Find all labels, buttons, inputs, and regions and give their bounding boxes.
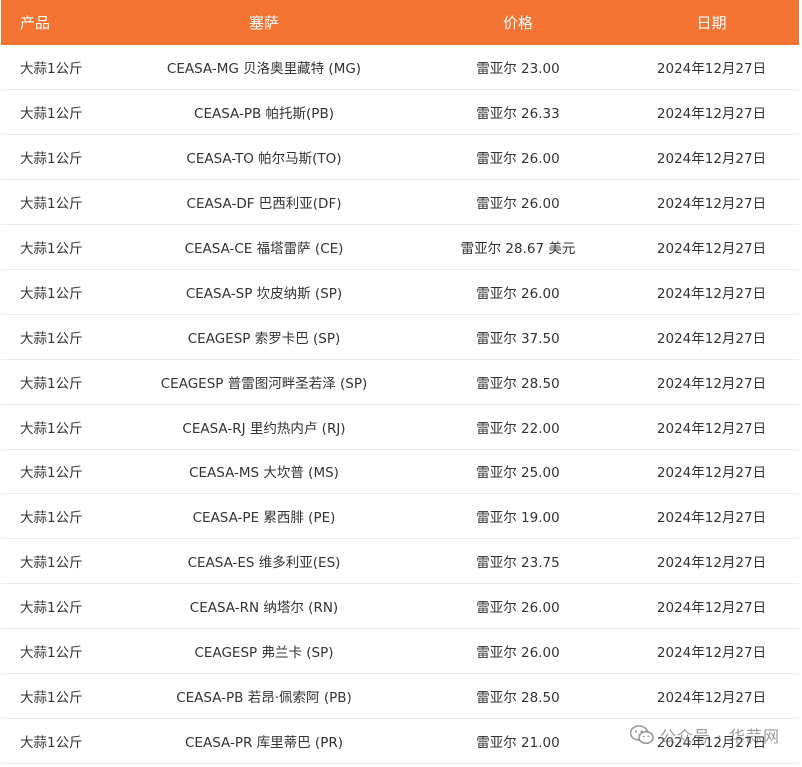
table-row: 大蒜1公斤 CEASA-PE 累西腓 (PE) 雷亚尔 19.00 2024年1… [1, 494, 799, 539]
cell-product: 大蒜1公斤 [20, 420, 83, 437]
cell-date: 2024年12月27日 [656, 555, 767, 572]
cell-date: 2024年12月27日 [656, 689, 767, 706]
cell-price: 雷亚尔 25.00 [476, 465, 560, 482]
cell-price: 雷亚尔 28.50 [476, 375, 560, 392]
cell-date: 2024年12月27日 [656, 151, 767, 168]
cell-product: 大蒜1公斤 [20, 375, 83, 392]
watermark-text: 公众号 · 华蒜网 [659, 727, 780, 746]
watermark: 公众号 · 华蒜网 [629, 723, 780, 747]
table-row: 大蒜1公斤 CEAGESP 弗兰卡 (SP) 雷亚尔 26.00 2024年12… [1, 629, 799, 674]
cell-product: 大蒜1公斤 [20, 106, 83, 123]
cell-price: 雷亚尔 37.50 [476, 330, 560, 347]
cell-market: CEASA-SP 坎皮纳斯 (SP) [185, 285, 343, 302]
cell-date: 2024年12月27日 [656, 375, 767, 392]
header-date[interactable]: 日期 [624, 0, 799, 45]
cell-date: 2024年12月27日 [656, 61, 767, 78]
cell-price: 雷亚尔 23.00 [476, 61, 560, 78]
cell-market: CEAGESP 索罗卡巴 (SP) [187, 330, 341, 347]
cell-date: 2024年12月27日 [656, 420, 767, 437]
cell-date: 2024年12月27日 [656, 465, 767, 482]
cell-product: 大蒜1公斤 [20, 600, 83, 617]
cell-price: 雷亚尔 28.50 [476, 689, 560, 706]
table-row: 大蒜1公斤 CEASA-MS 大坎普 (MS) 雷亚尔 25.00 2024年1… [1, 449, 799, 494]
table-body: 大蒜1公斤 CEASA-MG 贝洛奥里藏特 (MG) 雷亚尔 23.00 202… [1, 45, 799, 764]
cell-date: 2024年12月27日 [656, 285, 767, 302]
cell-date: 2024年12月27日 [656, 196, 767, 213]
cell-market: CEASA-ES 维多利亚(ES) [187, 555, 341, 572]
cell-date: 2024年12月27日 [656, 330, 767, 347]
table-row: 大蒜1公斤 CEASA-RN 纳塔尔 (RN) 雷亚尔 26.00 2024年1… [1, 584, 799, 629]
cell-price: 雷亚尔 26.00 [476, 600, 560, 617]
cell-product: 大蒜1公斤 [20, 465, 83, 482]
cell-price: 雷亚尔 26.00 [476, 645, 560, 662]
table-row: 大蒜1公斤 CEAGESP 索罗卡巴 (SP) 雷亚尔 37.50 2024年1… [1, 314, 799, 360]
cell-price: 雷亚尔 26.00 [476, 285, 560, 302]
cell-market: CEASA-MG 贝洛奥里藏特 (MG) [166, 61, 362, 78]
cell-market: CEASA-PB 若昂·佩索阿 (PB) [176, 689, 352, 706]
cell-market: CEASA-MS 大坎普 (MS) [189, 465, 339, 482]
cell-market: CEASA-RN 纳塔尔 (RN) [189, 600, 339, 617]
cell-product: 大蒜1公斤 [20, 151, 83, 168]
cell-price: 雷亚尔 21.00 [476, 734, 560, 751]
table-row: 大蒜1公斤 CEASA-PB 若昂·佩索阿 (PB) 雷亚尔 28.50 202… [1, 673, 799, 719]
cell-price: 雷亚尔 22.00 [476, 420, 560, 437]
table-row: 大蒜1公斤 CEASA-CE 福塔雷萨 (CE) 雷亚尔 28.67 美元 20… [1, 225, 799, 270]
header-price[interactable]: 价格 [412, 0, 624, 45]
cell-date: 2024年12月27日 [656, 645, 767, 662]
cell-date: 2024年12月27日 [656, 600, 767, 617]
price-table: 产品 塞萨 价格 日期 大蒜1公斤 CEASA-MG 贝洛奥里藏特 (MG) 雷… [1, 0, 799, 764]
cell-price: 雷亚尔 19.00 [476, 510, 560, 527]
table-row: 大蒜1公斤 CEASA-ES 维多利亚(ES) 雷亚尔 23.75 2024年1… [1, 539, 799, 584]
cell-product: 大蒜1公斤 [20, 734, 83, 751]
cell-price: 雷亚尔 26.00 [476, 151, 560, 168]
wechat-icon [629, 725, 654, 745]
cell-product: 大蒜1公斤 [20, 645, 83, 662]
cell-product: 大蒜1公斤 [20, 241, 83, 257]
table-row: 大蒜1公斤 CEAGESP 普雷图河畔圣若泽 (SP) 雷亚尔 28.50 20… [1, 359, 799, 405]
cell-price: 雷亚尔 26.33 [476, 106, 560, 123]
table-header: 产品 塞萨 价格 日期 [1, 0, 799, 45]
cell-product: 大蒜1公斤 [20, 555, 83, 572]
cell-market: CEASA-PE 累西腓 (PE) [192, 510, 336, 527]
cell-market: CEASA-TO 帕尔马斯(TO) [186, 151, 342, 168]
cell-price: 雷亚尔 28.67 美元 [460, 241, 576, 257]
table-row: 大蒜1公斤 CEASA-PB 帕托斯(PB) 雷亚尔 26.33 2024年12… [1, 90, 799, 135]
cell-market: CEASA-DF 巴西利亚(DF) [186, 196, 342, 213]
cell-date: 2024年12月27日 [656, 106, 767, 123]
table-row: 大蒜1公斤 CEASA-RJ 里约热内卢 (RJ) 雷亚尔 22.00 2024… [1, 404, 799, 450]
cell-market: CEASA-RJ 里约热内卢 (RJ) [182, 420, 346, 437]
table-row: 大蒜1公斤 CEASA-TO 帕尔马斯(TO) 雷亚尔 26.00 2024年1… [1, 135, 799, 180]
cell-market: CEASA-PR 库里蒂巴 (PR) [185, 734, 343, 751]
cell-market: CEASA-PB 帕托斯(PB) [194, 106, 334, 123]
header-product[interactable]: 产品 [1, 0, 116, 45]
header-row: 产品 塞萨 价格 日期 [1, 0, 799, 45]
cell-market: CEAGESP 弗兰卡 (SP) [194, 645, 334, 662]
header-market[interactable]: 塞萨 [116, 0, 412, 45]
cell-product: 大蒜1公斤 [20, 510, 83, 527]
cell-product: 大蒜1公斤 [20, 196, 83, 213]
cell-date: 2024年12月27日 [656, 510, 767, 527]
cell-product: 大蒜1公斤 [20, 61, 83, 78]
cell-market: CEASA-CE 福塔雷萨 (CE) [184, 241, 344, 257]
table-row: 大蒜1公斤 CEASA-DF 巴西利亚(DF) 雷亚尔 26.00 2024年1… [1, 180, 799, 225]
cell-price: 雷亚尔 23.75 [476, 555, 560, 572]
cell-market: CEAGESP 普雷图河畔圣若泽 (SP) [160, 375, 368, 392]
cell-product: 大蒜1公斤 [20, 330, 83, 347]
cell-date: 2024年12月27日 [656, 241, 767, 257]
table-row: 大蒜1公斤 CEASA-MG 贝洛奥里藏特 (MG) 雷亚尔 23.00 202… [1, 45, 799, 90]
cell-price: 雷亚尔 26.00 [476, 196, 560, 213]
cell-product: 大蒜1公斤 [20, 285, 83, 302]
cell-product: 大蒜1公斤 [20, 689, 83, 706]
table-row: 大蒜1公斤 CEASA-SP 坎皮纳斯 (SP) 雷亚尔 26.00 2024年… [1, 269, 799, 315]
